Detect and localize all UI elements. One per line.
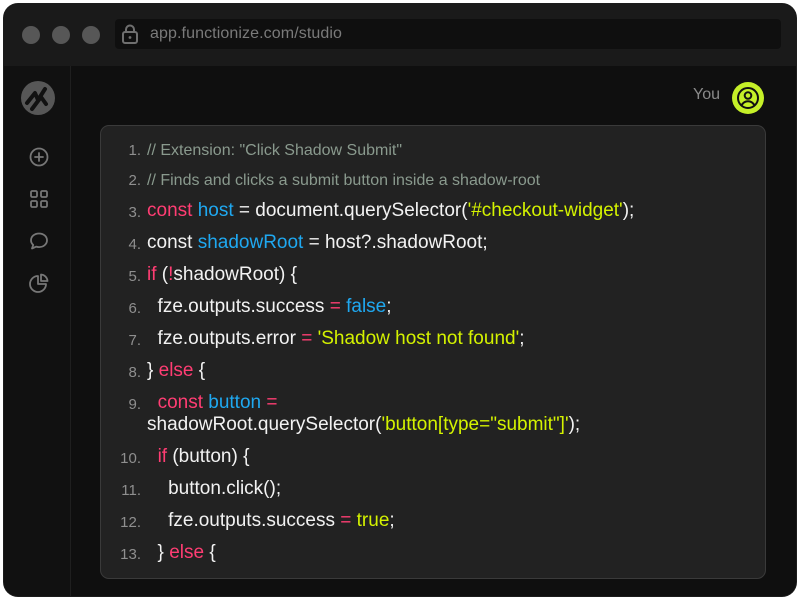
code-text: const host = document.querySelector('#ch… xyxy=(147,200,745,222)
code-text: button.click(); xyxy=(147,478,745,500)
code-token: ; xyxy=(386,296,392,317)
line-number: 10. xyxy=(120,450,141,467)
code-text: } else { xyxy=(147,360,745,382)
line-number: 7. xyxy=(128,332,141,349)
plus-circle-icon[interactable] xyxy=(28,146,50,168)
grid-icon[interactable] xyxy=(28,188,50,210)
line-number: 6. xyxy=(128,300,141,317)
code-token: = host?.shadowRoot; xyxy=(303,232,488,253)
code-text: if (!shadowRoot) { xyxy=(147,264,745,286)
line-number: 9. xyxy=(128,396,141,413)
code-token: true xyxy=(356,510,390,531)
browser-window: app.functionize.com/studio You 1. // Ext… xyxy=(4,4,796,596)
code-token: shadowRoot.querySelector( xyxy=(147,414,382,435)
code-token: = xyxy=(301,328,313,349)
sidebar xyxy=(4,66,71,596)
line-number: 8. xyxy=(128,364,141,381)
window-close-button[interactable] xyxy=(22,26,40,44)
code-token: 'Shadow host not found' xyxy=(317,328,520,349)
code-token: (button) { xyxy=(167,446,250,467)
user-avatar-icon[interactable] xyxy=(732,82,764,114)
code-token: ( xyxy=(156,264,169,285)
code-token: const xyxy=(147,200,198,221)
code-token: = document.querySelector( xyxy=(233,200,468,221)
code-token: false xyxy=(346,296,387,317)
chat-area: You 1. // Extension: "Click Shadow Submit… xyxy=(71,66,796,596)
code-token: shadowRoot) { xyxy=(173,264,297,285)
code-token: button.click(); xyxy=(147,478,282,499)
code-token: button xyxy=(208,392,262,413)
sender-label: You xyxy=(693,86,720,103)
code-token: // Finds and clicks a submit button insi… xyxy=(147,172,541,189)
chat-bubble-icon[interactable] xyxy=(28,230,50,252)
code-text: // Extension: "Click Shadow Submit" xyxy=(147,140,745,162)
code-token: if xyxy=(157,446,168,467)
code-token: if xyxy=(147,264,157,285)
pie-chart-icon[interactable] xyxy=(28,272,50,294)
line-number: 1. xyxy=(128,142,141,159)
line-number: 4. xyxy=(128,236,141,253)
line-number: 12. xyxy=(120,514,141,531)
code-token: } xyxy=(147,542,170,563)
line-number: 13. xyxy=(120,546,141,563)
code-token: fze.outputs.success xyxy=(147,510,341,531)
code-token: 'button[type="submit"]' xyxy=(381,414,569,435)
code-text: if (button) { xyxy=(147,446,745,468)
code-token: host xyxy=(197,200,234,221)
code-token: { xyxy=(204,542,216,563)
code-token: const xyxy=(157,392,209,413)
code-text: // Finds and clicks a submit button insi… xyxy=(147,170,745,192)
code-token: fze.outputs.success xyxy=(147,296,330,317)
line-number: 2. xyxy=(128,172,141,189)
code-message-card: 1. // Extension: "Click Shadow Submit" 2. /… xyxy=(100,125,766,579)
line-number: 11. xyxy=(121,482,141,499)
code-text: } else { xyxy=(147,542,745,564)
functionize-logo[interactable] xyxy=(20,80,56,116)
window-maximize-button[interactable] xyxy=(82,26,100,44)
code-token: ; xyxy=(389,510,395,531)
code-text: fze.outputs.success = true; xyxy=(147,510,745,532)
code-token: { xyxy=(193,360,206,381)
code-text: const button = shadowRoot.querySelector(… xyxy=(147,392,745,436)
code-token: shadowRoot xyxy=(197,232,304,253)
code-token: '#checkout-widget' xyxy=(467,200,623,221)
code-token: fze.outputs.error xyxy=(147,328,302,349)
line-number: 5. xyxy=(128,268,141,285)
code-token: // Extension: "Click Shadow Submit" xyxy=(147,142,403,159)
code-text: fze.outputs.error = 'Shadow host not fou… xyxy=(147,328,745,350)
code-text: fze.outputs.success = false; xyxy=(147,296,745,318)
lock-icon xyxy=(121,24,139,49)
code-token: } xyxy=(147,360,159,381)
code-token: const xyxy=(147,232,198,253)
line-number: 3. xyxy=(128,204,141,221)
code-token: ; xyxy=(519,328,525,349)
window-minimize-button[interactable] xyxy=(52,26,70,44)
code-token: else xyxy=(158,360,194,381)
code-token: = xyxy=(329,296,341,317)
code-token: ); xyxy=(568,414,581,435)
code-token: else xyxy=(169,542,205,563)
code-token: = xyxy=(340,510,352,531)
code-text: const shadowRoot = host?.shadowRoot; xyxy=(147,232,745,254)
code-token: ); xyxy=(622,200,635,221)
code-token: = xyxy=(266,392,278,413)
address-bar[interactable]: app.functionize.com/studio xyxy=(115,19,781,49)
url-text: app.functionize.com/studio xyxy=(150,25,343,42)
title-bar: app.functionize.com/studio xyxy=(4,4,796,67)
